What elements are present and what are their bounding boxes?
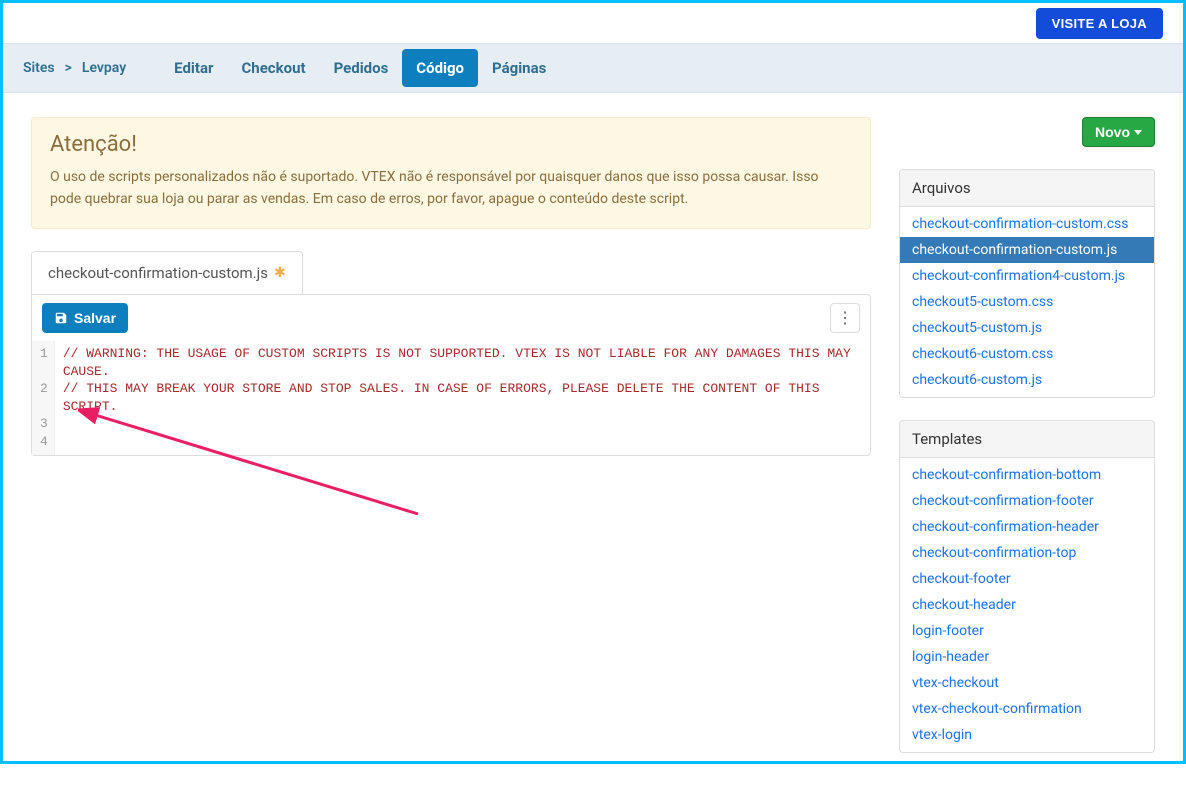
- alert-title: Atenção!: [50, 132, 852, 157]
- template-item[interactable]: checkout-confirmation-top: [900, 540, 1154, 566]
- nav-tab-páginas[interactable]: Páginas: [478, 49, 560, 87]
- warning-alert: Atenção! O uso de scripts personalizados…: [31, 117, 871, 229]
- modified-indicator-icon: ✱: [274, 265, 286, 281]
- files-panel: Arquivos checkout-confirmation-custom.cs…: [899, 169, 1155, 398]
- open-file-tab[interactable]: checkout-confirmation-custom.js ✱: [31, 251, 303, 294]
- template-item[interactable]: login-footer: [900, 618, 1154, 644]
- file-item[interactable]: checkout6-custom.css: [900, 341, 1154, 367]
- template-item[interactable]: vtex-checkout: [900, 670, 1154, 696]
- file-item[interactable]: checkout5-custom.css: [900, 289, 1154, 315]
- templates-panel-title: Templates: [900, 421, 1154, 458]
- alert-body: O uso de scripts personalizados não é su…: [50, 167, 852, 210]
- file-item[interactable]: checkout6-custom.js: [900, 367, 1154, 393]
- file-tab-name: checkout-confirmation-custom.js: [48, 264, 268, 282]
- nav-tab-editar[interactable]: Editar: [160, 49, 227, 87]
- breadcrumb-root[interactable]: Sites: [19, 60, 59, 76]
- top-bar: VISITE A LOJA: [3, 3, 1183, 43]
- save-icon: [54, 311, 68, 325]
- nav-tab-código[interactable]: Código: [402, 49, 478, 87]
- nav-tab-pedidos[interactable]: Pedidos: [320, 49, 403, 87]
- file-item[interactable]: checkout-confirmation4-custom.js: [900, 263, 1154, 289]
- save-button[interactable]: Salvar: [42, 303, 128, 333]
- code-editor: Salvar ⋮ 1 2 34 // WARNING: THE USAGE OF…: [31, 294, 871, 455]
- template-item[interactable]: vtex-checkout-confirmation: [900, 696, 1154, 722]
- template-item[interactable]: checkout-footer: [900, 566, 1154, 592]
- template-item[interactable]: login-header: [900, 644, 1154, 670]
- code-line: // WARNING: THE USAGE OF CUSTOM SCRIPTS …: [63, 345, 862, 380]
- templates-panel: Templates checkout-confirmation-bottomch…: [899, 420, 1155, 753]
- save-button-label: Salvar: [74, 310, 116, 326]
- new-button-label: Novo: [1095, 124, 1130, 140]
- file-item[interactable]: checkout5-custom.js: [900, 315, 1154, 341]
- new-button[interactable]: Novo: [1082, 117, 1155, 147]
- template-item[interactable]: checkout-confirmation-footer: [900, 488, 1154, 514]
- template-item[interactable]: checkout-confirmation-bottom: [900, 462, 1154, 488]
- files-panel-title: Arquivos: [900, 170, 1154, 207]
- template-item[interactable]: checkout-confirmation-header: [900, 514, 1154, 540]
- caret-down-icon: [1134, 130, 1142, 135]
- nav-bar: Sites > Levpay EditarCheckoutPedidosCódi…: [3, 43, 1183, 93]
- template-item[interactable]: checkout-header: [900, 592, 1154, 618]
- code-body[interactable]: // WARNING: THE USAGE OF CUSTOM SCRIPTS …: [55, 341, 870, 454]
- breadcrumb-separator: >: [65, 60, 72, 76]
- file-item[interactable]: checkout-confirmation-custom.js: [900, 237, 1154, 263]
- file-item[interactable]: checkout-confirmation-custom.css: [900, 211, 1154, 237]
- line-number-gutter: 1 2 34: [32, 341, 55, 454]
- kebab-icon: ⋮: [837, 308, 853, 328]
- code-line: [63, 433, 862, 451]
- code-line: // THIS MAY BREAK YOUR STORE AND STOP SA…: [63, 380, 862, 415]
- template-item[interactable]: vtex-login: [900, 722, 1154, 748]
- editor-more-menu-button[interactable]: ⋮: [830, 303, 860, 333]
- code-line: [63, 416, 862, 434]
- nav-tab-checkout[interactable]: Checkout: [227, 49, 319, 87]
- breadcrumb-site[interactable]: Levpay: [78, 60, 130, 76]
- visit-store-button[interactable]: VISITE A LOJA: [1036, 8, 1163, 39]
